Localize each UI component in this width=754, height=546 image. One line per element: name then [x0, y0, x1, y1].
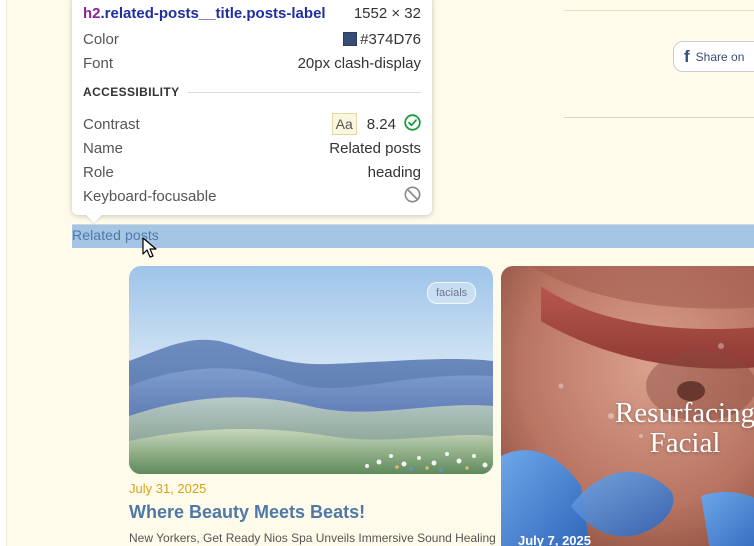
inspector-header: h2.related-posts__title.posts-label 1552…: [83, 3, 421, 23]
left-edge-strip: [0, 0, 7, 546]
color-hex: #374D76: [360, 30, 421, 48]
keyboard-label: Keyboard-focusable: [83, 187, 217, 205]
accessibility-heading-text: ACCESSIBILITY: [83, 85, 180, 99]
contrast-sample: Aa: [331, 113, 357, 135]
element-classes: .related-posts__title.posts-label: [100, 4, 326, 22]
role-row: Role heading: [83, 162, 421, 182]
facebook-icon: f: [684, 47, 690, 66]
share-label: Share on: [695, 49, 745, 64]
page: f Share on Related posts facials July 31…: [0, 0, 754, 546]
post-date: July 7, 2025: [518, 533, 591, 546]
name-label: Name: [83, 139, 124, 157]
contrast-ratio: 8.24: [366, 115, 396, 133]
caption-line-2: Facial: [649, 427, 721, 459]
category-tag[interactable]: facials: [427, 282, 477, 304]
element-dimensions: 1552 × 32: [353, 4, 421, 22]
role-value: heading: [367, 163, 421, 181]
role-label: Role: [83, 163, 114, 181]
contrast-value: Aa 8.24: [331, 113, 421, 135]
font-label: Font: [83, 54, 114, 72]
post-title-link[interactable]: Where Beauty Meets Beats!: [129, 502, 365, 523]
not-allowed-icon: [404, 186, 421, 207]
element-selector: h2.related-posts__title.posts-label: [83, 5, 326, 22]
tooltip-arrow: [85, 214, 103, 223]
check-circle-icon: [404, 113, 421, 135]
post-date: July 31, 2025: [129, 481, 207, 496]
post-excerpt: New Yorkers, Get Ready Nios Spa Unveils …: [129, 531, 495, 545]
keyboard-row: Keyboard-focusable: [83, 186, 421, 206]
color-label: Color: [83, 30, 119, 48]
contrast-row: Contrast Aa 8.24: [83, 113, 421, 135]
card-image-caption: Resurfacing Facial: [600, 398, 754, 458]
color-row: Color #374D76: [83, 29, 421, 49]
name-value: Related posts: [329, 139, 421, 157]
color-swatch: [343, 32, 358, 46]
element-highlight-overlay: [72, 225, 754, 248]
font-value: 20px clash-display: [297, 54, 421, 72]
name-row: Name Related posts: [83, 138, 421, 158]
share-facebook-button[interactable]: f Share on: [673, 41, 754, 72]
accessibility-divider: [187, 91, 421, 93]
element-tag: h2: [83, 4, 101, 22]
color-value: #374D76: [343, 31, 421, 48]
top-divider: [564, 10, 754, 11]
caption-line-1: Resurfacing: [614, 397, 754, 429]
mouse-cursor-icon: [142, 237, 157, 258]
section-divider: [564, 117, 754, 118]
font-row: Font 20px clash-display: [83, 53, 421, 73]
contrast-label: Contrast: [83, 115, 140, 133]
devtools-inspector-tooltip: h2.related-posts__title.posts-label 1552…: [72, 0, 432, 215]
accessibility-heading: ACCESSIBILITY: [83, 85, 421, 99]
